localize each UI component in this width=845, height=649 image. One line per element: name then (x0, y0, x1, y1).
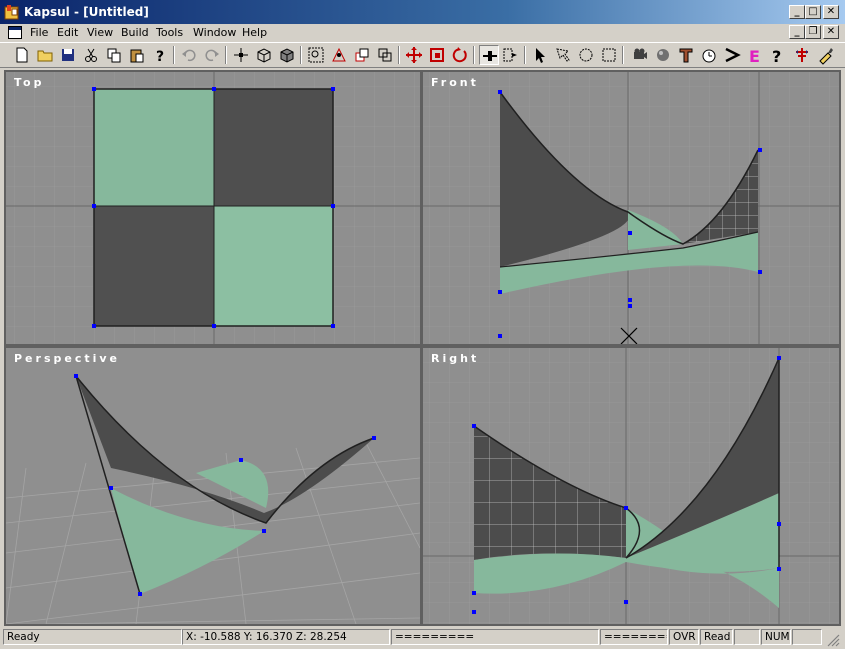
status-read: Read (700, 629, 733, 645)
right-view-canvas[interactable] (423, 348, 839, 624)
status-scrl (792, 629, 822, 645)
select-options-icon[interactable] (501, 45, 521, 65)
top-dark-panel[interactable] (214, 89, 333, 206)
status-ready: Ready (3, 629, 182, 645)
select-circle-icon[interactable] (576, 45, 596, 65)
status-progress-2: ======== (600, 629, 668, 645)
viewport-label-right: Right (431, 352, 480, 365)
status-empty (734, 629, 760, 645)
top-green-panel[interactable] (214, 206, 333, 326)
document-icon[interactable] (8, 26, 22, 39)
menu-window[interactable]: Window (193, 26, 236, 39)
snap-icon[interactable] (479, 45, 499, 65)
toolbar-separator (398, 46, 400, 64)
menu-help[interactable]: Help (242, 26, 267, 39)
redo-icon[interactable] (202, 45, 222, 65)
status-coordinates: X: -10.588 Y: 16.370 Z: 28.254 (182, 629, 390, 645)
select-rect-icon[interactable] (599, 45, 619, 65)
save-icon[interactable] (58, 45, 78, 65)
undo-icon[interactable] (179, 45, 199, 65)
top-green-panel[interactable] (94, 89, 214, 206)
viewport-perspective[interactable]: Perspective (6, 348, 420, 624)
status-num: NUM (761, 629, 791, 645)
menu-edit[interactable]: Edit (57, 26, 78, 39)
viewport-top[interactable]: Top (6, 72, 420, 344)
solid-cube-icon[interactable] (277, 45, 297, 65)
toolbar-separator (173, 46, 175, 64)
status-ovr: OVR (669, 629, 699, 645)
sphere-icon[interactable] (653, 45, 673, 65)
rotate-icon[interactable] (450, 45, 470, 65)
viewport-area: Top Front Perspective Right (4, 70, 841, 626)
paste-icon[interactable] (127, 45, 147, 65)
svg-text:?: ? (156, 49, 164, 65)
menu-bar: File Edit View Build Tools Window Help (0, 24, 845, 42)
mdi-close-button[interactable]: ✕ (823, 25, 839, 39)
copy-icon[interactable] (104, 45, 124, 65)
window-title: Kapsul - [Untitled] (24, 5, 149, 19)
viewport-label-perspective: Perspective (14, 352, 121, 365)
menu-build[interactable]: Build (121, 26, 149, 39)
menu-file[interactable]: File (30, 26, 48, 39)
svg-text:?: ? (772, 47, 781, 65)
status-progress-1: ========= (391, 629, 599, 645)
toolbar-separator (473, 46, 475, 64)
viewport-right[interactable]: Right (423, 348, 839, 624)
zoom-all-icon[interactable] (375, 45, 395, 65)
open-folder-icon[interactable] (35, 45, 55, 65)
cut-icon[interactable] (81, 45, 101, 65)
close-button[interactable]: ✕ (823, 5, 839, 19)
top-view-canvas[interactable] (6, 72, 420, 344)
maximize-button[interactable]: □ (805, 5, 821, 19)
move-icon[interactable] (404, 45, 424, 65)
kapsul-app-icon[interactable] (4, 4, 20, 20)
new-file-icon[interactable] (12, 45, 32, 65)
zoom-window-icon[interactable] (306, 45, 326, 65)
resize-grip-icon[interactable] (826, 633, 840, 647)
tree-icon[interactable] (792, 45, 812, 65)
paint-icon[interactable] (816, 45, 836, 65)
zoom-extents-icon[interactable] (329, 45, 349, 65)
menu-view[interactable]: View (87, 26, 113, 39)
toolbar-separator (622, 46, 624, 64)
scale-icon[interactable] (427, 45, 447, 65)
mdi-minimize-button[interactable]: _ (789, 25, 805, 39)
wire-cube-icon[interactable] (254, 45, 274, 65)
viewport-label-top: Top (14, 76, 45, 89)
minimize-button[interactable]: _ (789, 5, 805, 19)
viewport-label-front: Front (431, 76, 479, 89)
perspective-view-canvas[interactable] (6, 348, 420, 624)
top-dark-panel[interactable] (94, 206, 214, 326)
camera-icon[interactable] (630, 45, 650, 65)
menu-tools[interactable]: Tools (156, 26, 183, 39)
svg-text:E: E (749, 47, 760, 65)
select-arrow-icon[interactable] (530, 45, 550, 65)
clock-icon[interactable] (699, 45, 719, 65)
title-bar[interactable]: Kapsul - [Untitled] _ □ ✕ (0, 0, 845, 24)
main-toolbar: ? E ? (0, 42, 845, 68)
toolbar-separator (300, 46, 302, 64)
object-tool-icon[interactable] (676, 45, 696, 65)
mdi-restore-button[interactable]: ❐ (805, 25, 821, 39)
select-region-icon[interactable] (553, 45, 573, 65)
entity-icon[interactable]: E (745, 45, 765, 65)
toolbar-separator (524, 46, 526, 64)
status-bar: Ready X: -10.588 Y: 16.370 Z: 28.254 ===… (0, 627, 845, 649)
toolbar-separator (225, 46, 227, 64)
front-view-canvas[interactable] (423, 72, 839, 344)
arrow-right-icon[interactable] (722, 45, 742, 65)
duplicate-icon[interactable] (352, 45, 372, 65)
help-icon[interactable]: ? (768, 45, 788, 65)
viewport-front[interactable]: Front (423, 72, 839, 344)
help-cursor-icon[interactable]: ? (150, 45, 170, 65)
move-vertex-icon[interactable] (231, 45, 251, 65)
